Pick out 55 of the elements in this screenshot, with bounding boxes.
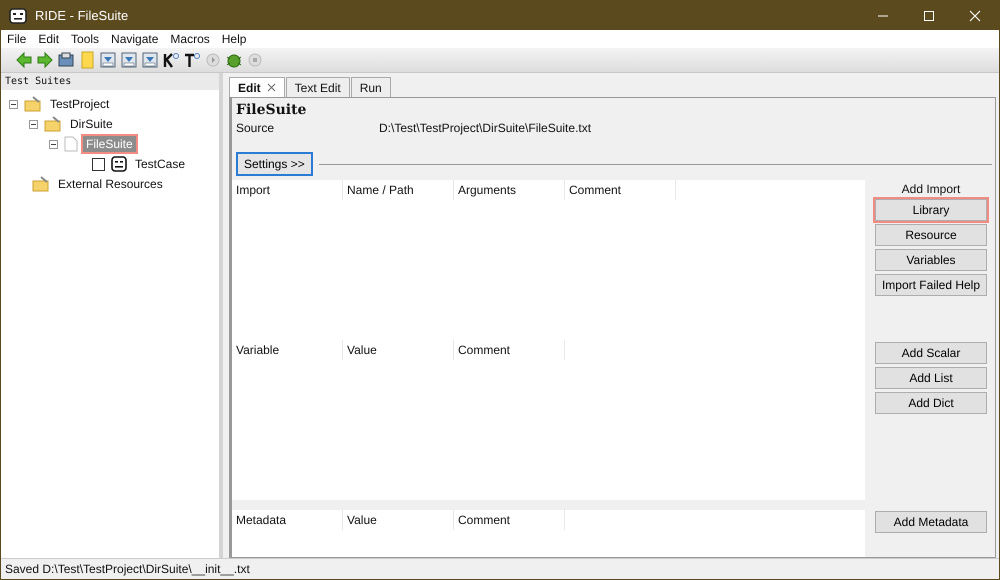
- save-icon[interactable]: [99, 51, 117, 69]
- action-button[interactable]: Add Dict: [875, 392, 987, 414]
- action-button[interactable]: Variables: [875, 249, 987, 271]
- column-header: Comment: [454, 340, 565, 360]
- checkbox[interactable]: [92, 158, 105, 170]
- collapse-icon[interactable]: [29, 120, 38, 128]
- suite-name: FileSuite: [235, 101, 308, 118]
- action-button[interactable]: Add List: [875, 367, 987, 389]
- column-header: Comment: [565, 180, 676, 200]
- back-arrow-icon[interactable]: [15, 51, 33, 69]
- column-header: Import: [232, 180, 343, 200]
- tab[interactable]: Edit: [229, 77, 285, 97]
- menu-item[interactable]: Macros: [164, 32, 216, 46]
- collapse-icon[interactable]: [49, 140, 58, 148]
- test-search-icon[interactable]: [183, 51, 201, 69]
- window-title: RIDE - FileSuite: [35, 8, 128, 23]
- column-header: Name / Path: [343, 180, 454, 200]
- tree-item[interactable]: TestProject: [45, 94, 114, 114]
- column-header: Value: [343, 510, 454, 530]
- collapse-icon[interactable]: [9, 100, 18, 108]
- file-icon: [64, 136, 78, 152]
- save-all-icon[interactable]: [120, 51, 138, 69]
- settings-button[interactable]: Settings >>: [236, 152, 313, 176]
- tree-item[interactable]: External Resources: [53, 174, 168, 194]
- robot-icon: [111, 156, 127, 172]
- menu-item[interactable]: Tools: [65, 32, 106, 46]
- action-button[interactable]: Add Scalar: [875, 342, 987, 364]
- robot-icon: [9, 6, 27, 24]
- column-header: Variable: [232, 340, 343, 360]
- menu-item[interactable]: File: [1, 32, 32, 46]
- menu-item[interactable]: Navigate: [105, 32, 164, 46]
- tab[interactable]: Text Edit: [286, 77, 350, 97]
- forward-arrow-icon[interactable]: [36, 51, 54, 69]
- save-as-icon[interactable]: [141, 51, 159, 69]
- action-button[interactable]: Import Failed Help: [875, 274, 987, 296]
- menu-item[interactable]: Edit: [32, 32, 66, 46]
- column-header: Arguments: [454, 180, 565, 200]
- column-header: Metadata: [232, 510, 343, 530]
- maximize-icon[interactable]: [923, 10, 935, 22]
- action-button[interactable]: Library: [875, 199, 987, 221]
- keyword-search-icon[interactable]: [162, 51, 180, 69]
- tree-item[interactable]: DirSuite: [65, 114, 118, 134]
- action-button[interactable]: Resource: [875, 224, 987, 246]
- tab[interactable]: Run: [350, 77, 391, 97]
- column-header: Value: [343, 340, 454, 360]
- field-label: Source: [236, 121, 276, 135]
- close-icon[interactable]: [266, 83, 276, 92]
- column-header: Comment: [454, 510, 565, 530]
- tree-item[interactable]: TestCase: [130, 154, 190, 174]
- section-title: Add Import: [902, 181, 960, 196]
- source-path: D:\Test\TestProject\DirSuite\FileSuite.txt: [379, 121, 592, 135]
- action-button[interactable]: Add Metadata: [875, 511, 987, 533]
- panel-title: Test Suites: [1, 73, 219, 90]
- status-text: Saved D:\Test\TestProject\DirSuite\__init__.txt: [5, 562, 250, 576]
- menu-item[interactable]: Help: [216, 32, 252, 46]
